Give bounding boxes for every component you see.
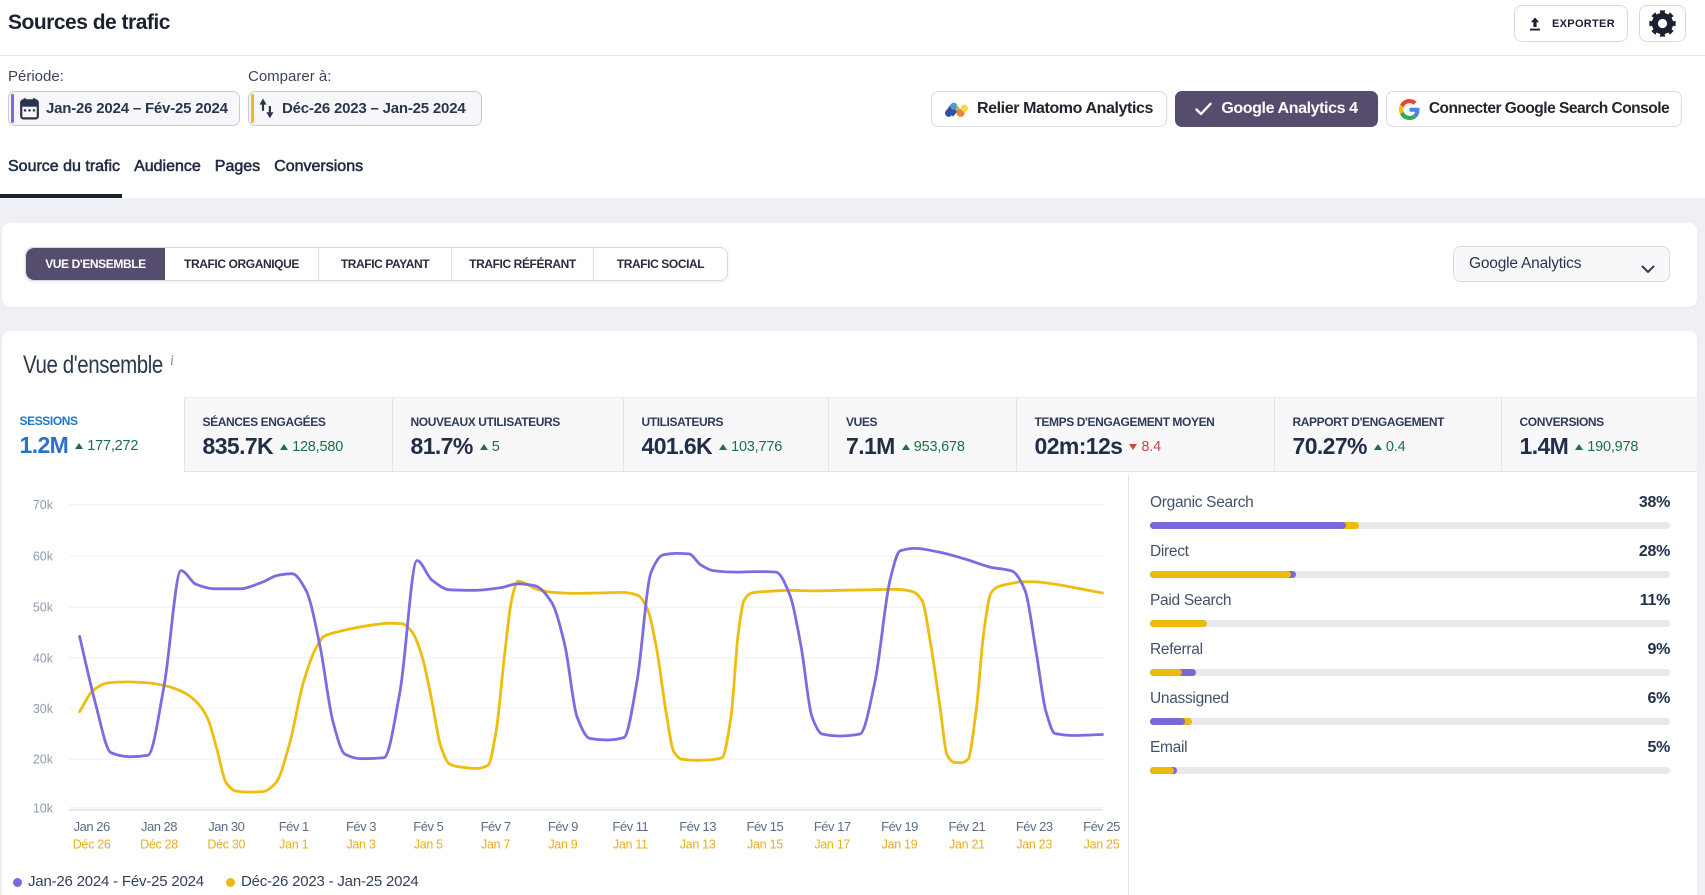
svg-text:10k: 10k: [33, 801, 54, 815]
svg-text:Fév 9: Fév 9: [548, 819, 578, 834]
svg-text:60k: 60k: [33, 550, 54, 564]
svg-text:Déc 28: Déc 28: [140, 838, 178, 852]
svg-text:Fév 1: Fév 1: [279, 819, 309, 834]
svg-text:Jan 11: Jan 11: [613, 838, 648, 852]
svg-text:Jan 1: Jan 1: [279, 838, 308, 852]
svg-text:Fév 17: Fév 17: [814, 819, 851, 834]
svg-text:Fév 7: Fév 7: [481, 819, 511, 834]
svg-text:Fév 25: Fév 25: [1083, 819, 1120, 834]
svg-text:40k: 40k: [33, 651, 54, 665]
svg-text:Fév 13: Fév 13: [679, 819, 716, 834]
svg-text:Fév 5: Fév 5: [413, 819, 443, 834]
svg-text:Déc 30: Déc 30: [207, 838, 245, 852]
svg-text:Fév 11: Fév 11: [612, 819, 648, 834]
svg-text:Jan 3: Jan 3: [346, 838, 375, 852]
svg-text:Fév 23: Fév 23: [1016, 819, 1053, 834]
svg-text:Jan 15: Jan 15: [747, 838, 783, 852]
svg-text:Jan 25: Jan 25: [1084, 838, 1120, 852]
svg-text:Fév 21: Fév 21: [949, 819, 986, 834]
svg-text:Jan 30: Jan 30: [208, 819, 244, 834]
svg-text:Jan 9: Jan 9: [548, 838, 577, 852]
svg-text:Jan 23: Jan 23: [1016, 838, 1052, 852]
svg-text:30k: 30k: [33, 702, 54, 716]
svg-text:Jan 28: Jan 28: [141, 819, 177, 834]
svg-text:Fév 19: Fév 19: [881, 819, 918, 834]
svg-text:Jan 5: Jan 5: [414, 838, 443, 852]
svg-text:Jan 21: Jan 21: [949, 838, 985, 852]
svg-text:Jan 19: Jan 19: [882, 838, 918, 852]
svg-text:Fév 15: Fév 15: [747, 819, 784, 834]
svg-text:Fév 3: Fév 3: [346, 819, 376, 834]
svg-text:Jan 13: Jan 13: [680, 838, 716, 852]
svg-text:Jan 26: Jan 26: [74, 819, 110, 834]
svg-text:Jan 17: Jan 17: [814, 838, 850, 852]
svg-text:20k: 20k: [33, 753, 54, 767]
svg-text:Jan 7: Jan 7: [481, 838, 510, 852]
svg-text:70k: 70k: [33, 498, 54, 512]
svg-text:50k: 50k: [33, 601, 54, 615]
svg-text:Déc 26: Déc 26: [73, 838, 111, 852]
